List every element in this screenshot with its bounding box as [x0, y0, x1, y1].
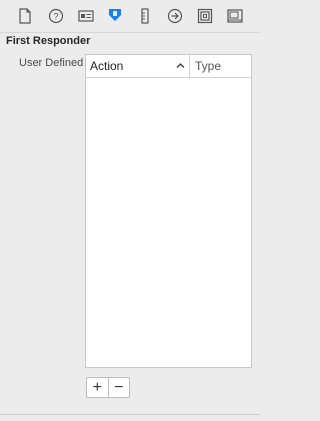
- connections-inspector-icon[interactable]: [166, 7, 184, 25]
- column-header-action-label: Action: [90, 59, 124, 73]
- size-inspector-icon[interactable]: [136, 7, 154, 25]
- table-body[interactable]: [86, 78, 251, 367]
- table-header: Action Type: [86, 55, 251, 78]
- file-inspector-icon[interactable]: [16, 7, 34, 25]
- user-defined-label: User Defined: [19, 57, 84, 69]
- remove-button[interactable]: −: [107, 378, 130, 397]
- column-header-type-label: Type: [195, 59, 222, 73]
- section-title: First Responder: [6, 35, 91, 47]
- view-effects-icon[interactable]: [226, 7, 244, 25]
- user-defined-actions-table[interactable]: Action Type: [85, 54, 252, 368]
- sort-ascending-icon: [176, 63, 185, 68]
- attributes-inspector-icon[interactable]: [106, 7, 124, 25]
- add-button[interactable]: +: [87, 378, 108, 397]
- identity-inspector-icon[interactable]: [77, 7, 95, 25]
- svg-text:?: ?: [53, 12, 58, 22]
- add-remove-buttons: + −: [86, 377, 130, 398]
- column-header-action[interactable]: Action: [86, 55, 190, 77]
- quick-help-icon[interactable]: ?: [47, 7, 65, 25]
- bindings-inspector-icon[interactable]: [196, 7, 214, 25]
- column-header-type[interactable]: Type: [191, 55, 251, 77]
- bottom-divider: [0, 414, 260, 415]
- inspector-toolbar: ?: [0, 0, 260, 33]
